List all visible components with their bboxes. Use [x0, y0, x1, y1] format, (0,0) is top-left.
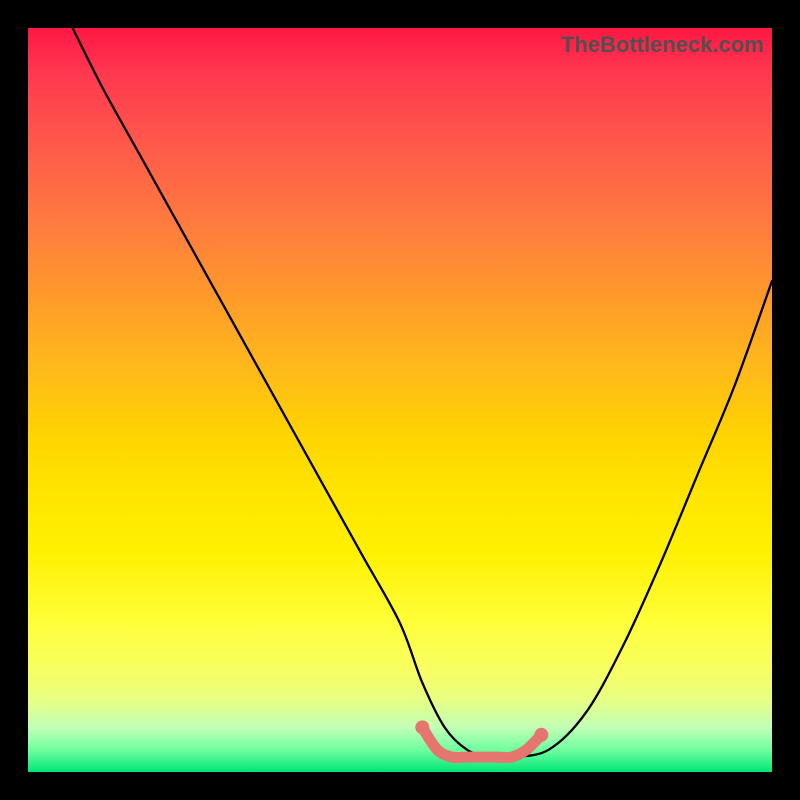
- optimal-zone-marker: [415, 720, 548, 757]
- curves-overlay: [28, 28, 772, 772]
- bottleneck-curve: [73, 28, 772, 758]
- chart-container: TheBottleneck.com: [0, 0, 800, 800]
- watermark-text: TheBottleneck.com: [561, 32, 764, 58]
